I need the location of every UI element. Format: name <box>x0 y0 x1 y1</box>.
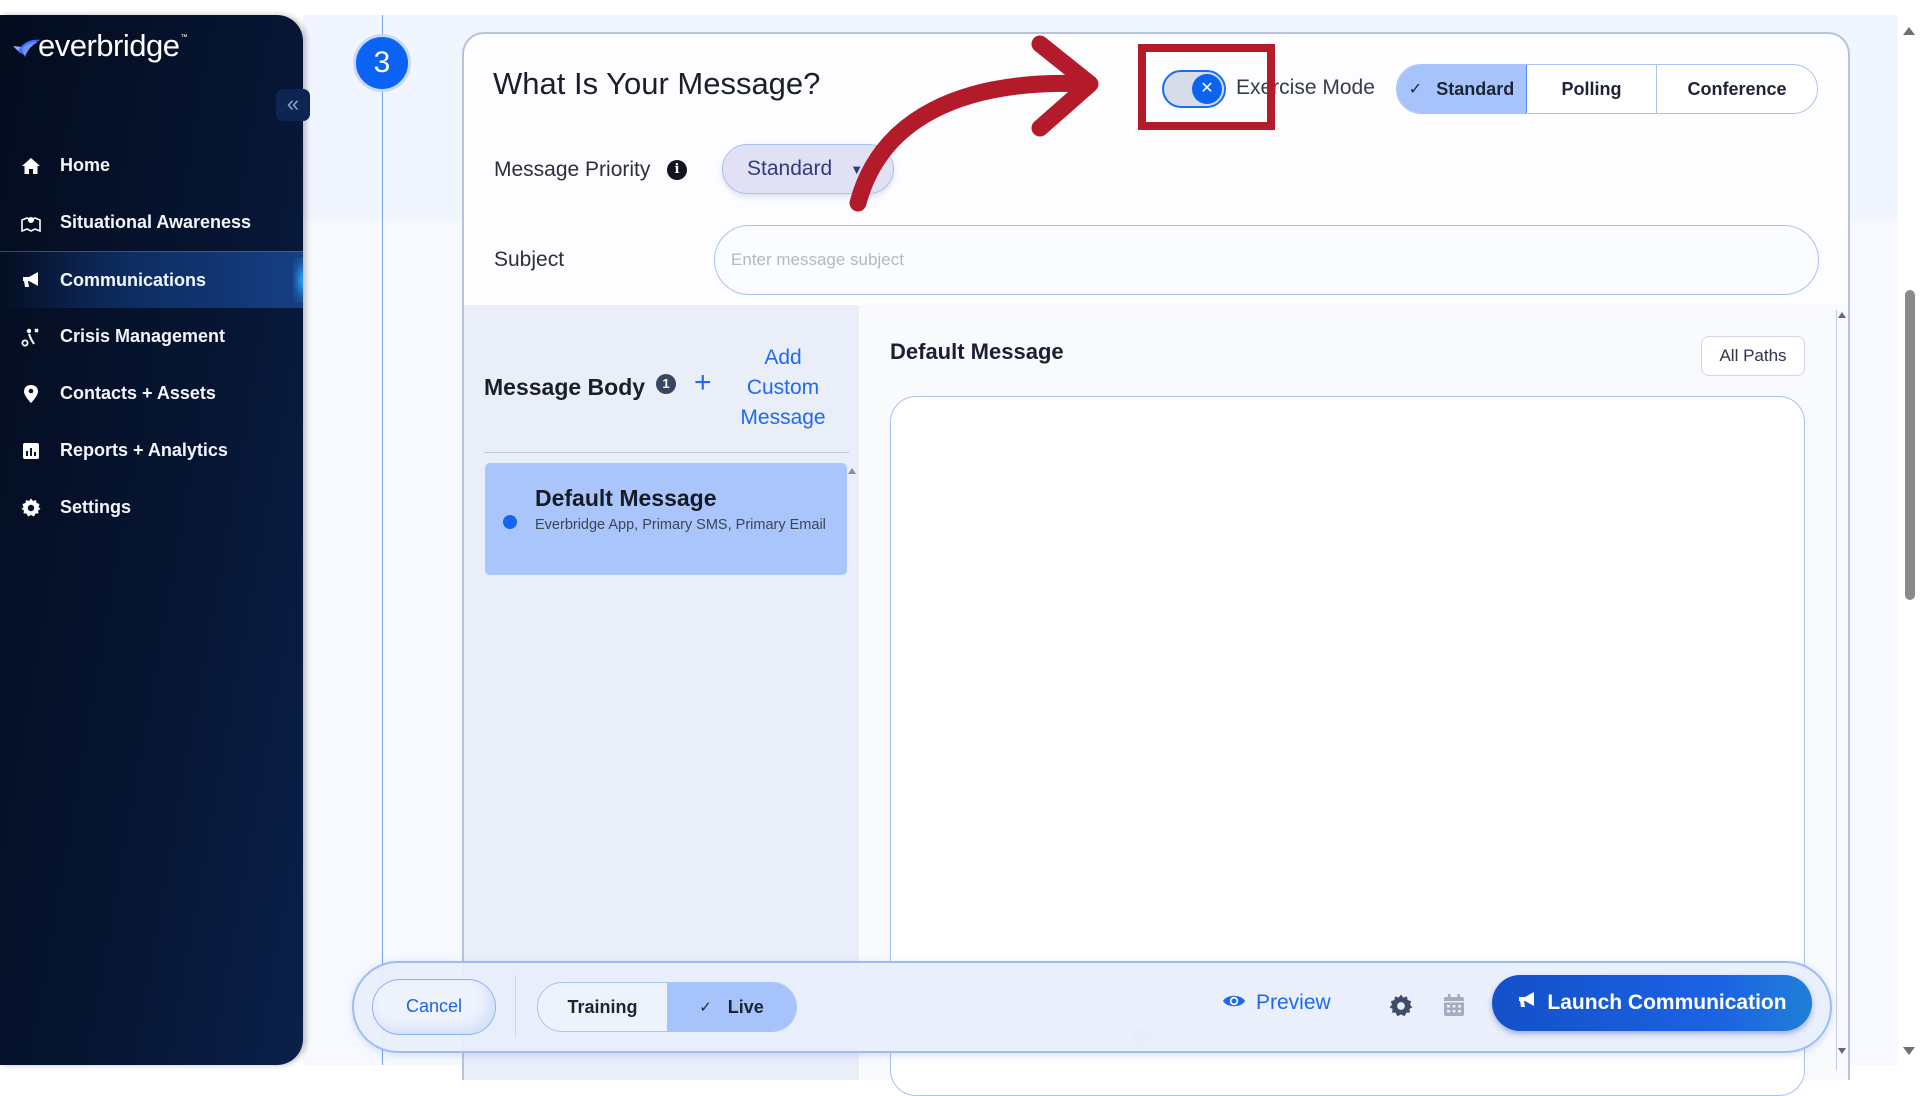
message-type-label: Polling <box>1561 78 1622 99</box>
priority-value: Standard <box>747 157 833 180</box>
panel-scroll-down-icon[interactable] <box>1838 1048 1846 1054</box>
page: everbridge ™ « Home Situational Awarenes… <box>0 0 1920 1096</box>
divider <box>484 452 849 453</box>
message-item-paths: Everbridge App, Primary SMS, Primary Ema… <box>535 517 826 533</box>
sidebar-item-home[interactable]: Home <box>0 137 303 194</box>
sidebar-item-contacts-assets[interactable]: Contacts + Assets <box>0 365 303 422</box>
step-number-badge: 3 <box>353 34 411 92</box>
gear-icon[interactable] <box>1389 994 1413 1023</box>
location-pin-icon <box>20 383 42 405</box>
card-title: What Is Your Message? <box>493 66 821 101</box>
collapse-sidebar-button[interactable]: « <box>276 89 310 121</box>
message-type-selector: ✓ Standard Polling Conference <box>1396 64 1818 114</box>
home-icon <box>20 155 42 177</box>
sidebar-item-reports-analytics[interactable]: Reports + Analytics <box>0 422 303 479</box>
sidebar-item-label: Home <box>60 155 111 175</box>
calendar-icon[interactable] <box>1443 993 1465 1022</box>
message-list-item[interactable]: Default Message Everbridge App, Primary … <box>485 463 847 575</box>
logo-bridge-icon <box>12 37 42 63</box>
sidebar-item-situational-awareness[interactable]: Situational Awareness <box>0 194 303 251</box>
message-type-conference[interactable]: Conference <box>1657 65 1817 113</box>
sidebar-item-settings[interactable]: Settings <box>0 479 303 536</box>
message-type-label: Standard <box>1436 78 1515 99</box>
sidebar-item-communications[interactable]: Communications <box>0 251 303 308</box>
cancel-button[interactable]: Cancel <box>372 979 496 1035</box>
top-band <box>0 0 1920 15</box>
list-scroll-up-icon[interactable] <box>848 468 856 474</box>
message-priority-label: Message Priority <box>494 158 651 181</box>
map-pin-icon <box>20 212 42 234</box>
sidebar-nav: Home Situational Awareness Communication… <box>0 137 303 536</box>
panel-scroll-up-icon[interactable] <box>1838 312 1846 318</box>
sidebar-item-label: Reports + Analytics <box>60 440 228 460</box>
panel-scrollbar-track[interactable] <box>1836 310 1837 1070</box>
mode-live-button[interactable]: ✓ Live <box>667 983 796 1031</box>
subject-input[interactable] <box>714 225 1819 295</box>
logo-trademark: ™ <box>180 34 188 41</box>
close-icon: ✕ <box>1192 74 1222 104</box>
scrollbar-thumb[interactable] <box>1905 290 1915 600</box>
check-icon: ✓ <box>699 999 712 1016</box>
message-priority-dropdown[interactable]: Standard ▼ <box>722 144 894 194</box>
info-icon[interactable]: i <box>667 160 687 180</box>
message-type-label: Conference <box>1687 78 1787 99</box>
preview-label: Preview <box>1256 991 1331 1014</box>
mode-training-button[interactable]: Training <box>538 983 667 1031</box>
caret-down-icon: ▼ <box>850 161 864 177</box>
divider <box>515 975 516 1037</box>
launch-mode-selector: Training ✓ Live <box>537 982 797 1032</box>
eye-icon <box>1222 991 1246 1015</box>
sidebar-item-label: Settings <box>60 497 132 517</box>
message-type-standard[interactable]: ✓ Standard <box>1397 65 1527 113</box>
add-custom-message-link[interactable]: Add Custom Message <box>735 343 831 433</box>
selected-dot-icon <box>503 515 517 529</box>
everbridge-logo[interactable]: everbridge ™ <box>12 29 187 63</box>
logo-text: everbridge <box>38 28 180 63</box>
subject-label: Subject <box>494 248 565 271</box>
gear-icon <box>20 497 42 519</box>
scroll-down-arrow-icon[interactable] <box>1903 1047 1915 1055</box>
sidebar-item-label: Contacts + Assets <box>60 383 216 403</box>
sidebar-item-crisis-management[interactable]: Crisis Management <box>0 308 303 365</box>
launch-communication-button[interactable]: Launch Communication <box>1492 975 1812 1031</box>
message-item-title: Default Message <box>535 485 717 511</box>
all-paths-button[interactable]: All Paths <box>1701 336 1805 376</box>
route-icon <box>20 326 42 348</box>
mode-label: Live <box>727 996 764 1017</box>
megaphone-icon <box>20 269 42 291</box>
sidebar-item-label: Communications <box>60 269 207 290</box>
message-body-title: Message Body <box>484 374 646 400</box>
exercise-mode-label: Exercise Mode <box>1236 76 1375 99</box>
mode-label: Training <box>567 996 638 1017</box>
step-connector-line <box>382 15 383 1065</box>
scroll-up-arrow-icon[interactable] <box>1903 27 1915 35</box>
sidebar: everbridge ™ « Home Situational Awarenes… <box>0 15 310 1065</box>
exercise-mode-toggle[interactable]: ✕ <box>1162 70 1226 108</box>
sidebar-item-label: Crisis Management <box>60 326 226 346</box>
preview-button[interactable]: Preview <box>1222 991 1331 1015</box>
megaphone-icon <box>1517 991 1537 1015</box>
plus-icon[interactable]: + <box>694 366 712 400</box>
message-count-badge: 1 <box>656 374 676 394</box>
launch-label: Launch Communication <box>1547 991 1787 1014</box>
bar-chart-icon <box>20 440 42 462</box>
sidebar-item-label: Situational Awareness <box>60 212 252 232</box>
editor-title: Default Message <box>890 339 1064 364</box>
message-type-polling[interactable]: Polling <box>1527 65 1657 113</box>
check-icon: ✓ <box>1408 81 1423 98</box>
